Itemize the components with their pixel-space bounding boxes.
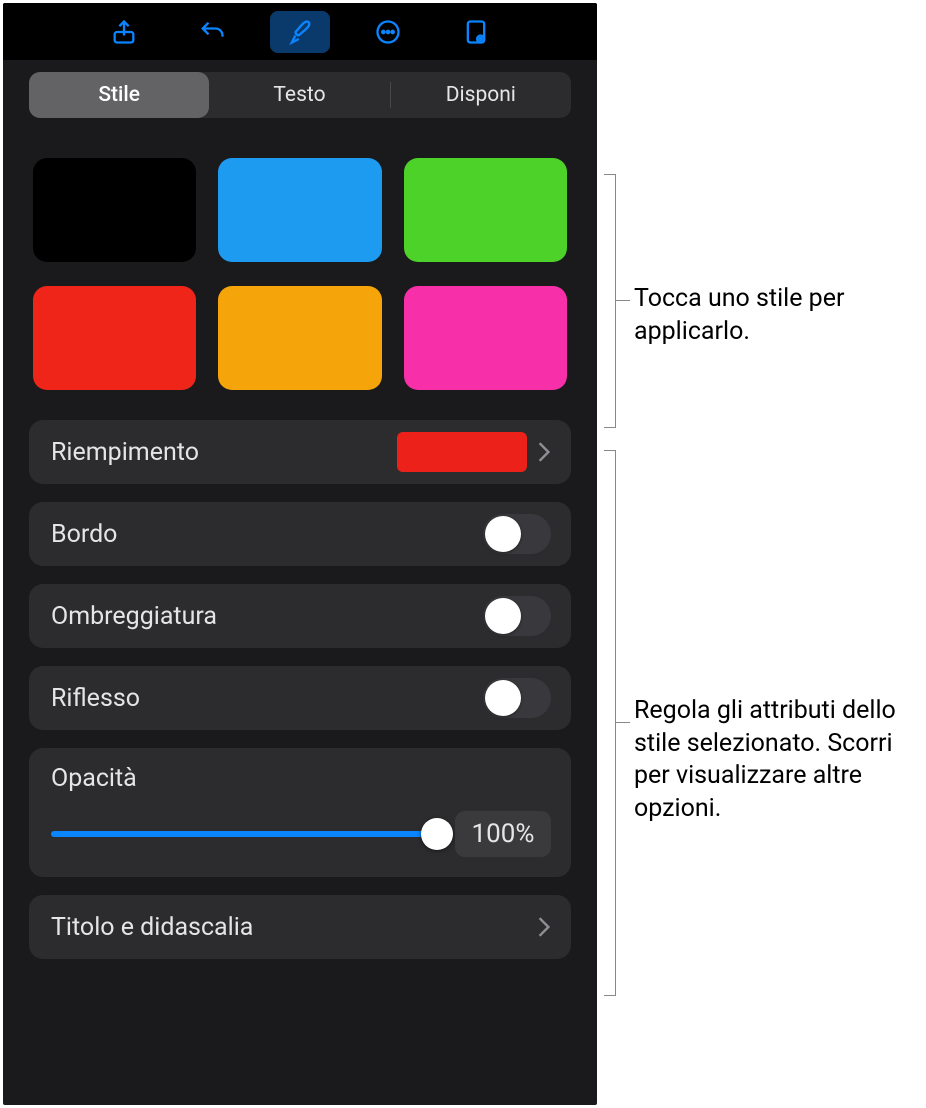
callout-tick [616, 722, 630, 723]
style-options: Riempimento Bordo Ombreggiatura Riflesso… [3, 402, 597, 959]
style-swatches-grid [3, 118, 597, 402]
fill-label: Riempimento [51, 438, 397, 467]
border-label: Bordo [51, 520, 483, 549]
reflection-row[interactable]: Riflesso [29, 666, 571, 730]
shadow-row[interactable]: Ombreggiatura [29, 584, 571, 648]
style-swatch[interactable] [218, 158, 381, 262]
tab-style[interactable]: Stile [29, 72, 209, 118]
segmented-control-container: Stile Testo Disponi [3, 60, 597, 118]
slider-knob[interactable] [421, 818, 453, 850]
more-button[interactable] [358, 11, 418, 53]
opacity-slider-line: 100% [51, 811, 551, 857]
fill-row[interactable]: Riempimento [29, 420, 571, 484]
format-tabs: Stile Testo Disponi [29, 72, 571, 118]
callout-bracket [604, 174, 616, 428]
shadow-toggle[interactable] [483, 596, 551, 636]
reflection-label: Riflesso [51, 684, 483, 713]
callout-tick [616, 300, 630, 301]
style-swatch[interactable] [33, 158, 196, 262]
format-brush-button[interactable] [270, 11, 330, 53]
callout-text: Tocca uno stile per applicarlo. [634, 283, 924, 348]
border-row[interactable]: Bordo [29, 502, 571, 566]
callout-bracket [604, 450, 616, 996]
style-swatch[interactable] [218, 286, 381, 390]
opacity-label: Opacità [51, 764, 551, 793]
tab-arrange[interactable]: Disponi [391, 72, 571, 118]
style-swatch[interactable] [404, 158, 567, 262]
toggle-knob [485, 598, 521, 634]
style-swatch[interactable] [33, 286, 196, 390]
opacity-value[interactable]: 100% [455, 811, 551, 857]
chevron-right-icon [537, 916, 551, 938]
opacity-slider[interactable] [51, 831, 437, 837]
callout-text: Regola gli attributi dello stile selezio… [634, 695, 924, 825]
toggle-knob [485, 680, 521, 716]
document-settings-button[interactable] [446, 11, 506, 53]
style-swatch[interactable] [404, 286, 567, 390]
reflection-toggle[interactable] [483, 678, 551, 718]
format-panel: Stile Testo Disponi Riempimento Bordo Om… [3, 3, 597, 1105]
shadow-label: Ombreggiatura [51, 602, 483, 631]
title-caption-row[interactable]: Titolo e didascalia [29, 895, 571, 959]
top-toolbar [3, 3, 597, 60]
undo-button[interactable] [182, 11, 242, 53]
share-button[interactable] [94, 11, 154, 53]
chevron-right-icon [537, 441, 551, 463]
border-toggle[interactable] [483, 514, 551, 554]
title-caption-label: Titolo e didascalia [51, 913, 537, 942]
fill-color-swatch [397, 432, 527, 472]
tab-text[interactable]: Testo [209, 72, 389, 118]
opacity-row: Opacità 100% [29, 748, 571, 877]
toggle-knob [485, 516, 521, 552]
